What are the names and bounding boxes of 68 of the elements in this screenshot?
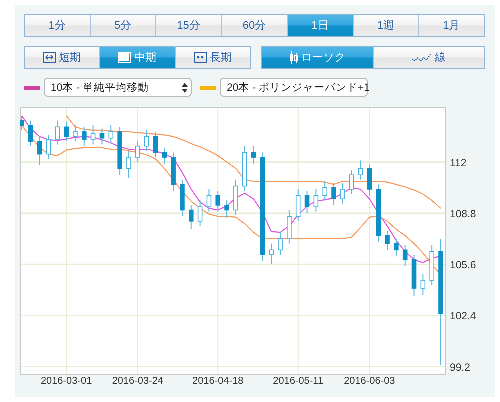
candlestick [394,238,399,258]
candlestick [198,200,203,227]
candlestick [162,147,168,164]
candlestick [234,179,238,216]
candlestick [55,120,60,146]
x-axis-label: 2016-03-24 [112,376,164,387]
candlestick [100,128,105,146]
candlestick [216,190,221,212]
candlestick [135,141,140,163]
candlestick [224,200,230,219]
candlestick [188,204,194,230]
range-tab[interactable]: 中期 [100,47,176,68]
indicator-dropdown[interactable]: 20本 - ボリンジャーバンド+1 [220,78,368,97]
candlestick [349,170,354,195]
x-axis-label: 2016-06-03 [344,376,396,387]
candlestick [420,274,426,296]
x-axis-label: 2016-03-01 [41,376,92,387]
filled-box-icon [118,52,132,63]
y-axis-label: 112 [450,157,467,170]
timeframe-tab[interactable]: 1日 [288,15,354,36]
candlestick [64,122,69,142]
y-axis-label: 102.4 [450,310,476,323]
timeframe-tab[interactable]: 5分 [90,15,156,36]
candlestick [402,244,408,267]
x-axis-label: 2016-04-18 [192,376,244,387]
arrows-box-icon [43,52,56,63]
timeframe-tab[interactable]: 1月 [419,15,484,36]
candlestick [206,188,212,212]
x-axis-label: 2016-05-11 [273,376,324,387]
y-axis-label: 105.6 [450,260,476,272]
timeframe-tab[interactable]: 15分 [156,15,222,36]
candlestick [340,182,346,204]
updown-caret-icon [182,82,188,92]
candlestick [37,136,42,166]
range-tab[interactable]: 短期 [25,47,100,68]
candlestick [269,243,274,266]
candlestick [82,126,87,147]
candlestick [304,190,310,214]
candlestick [314,188,319,212]
candlestick [385,230,390,251]
candlestick [322,180,328,202]
timeframe-tab[interactable]: 1分 [25,15,91,36]
candlestick [332,182,336,206]
candlestick [278,232,283,256]
candlestick [367,163,372,196]
chart-type-tab[interactable]: 線 [374,47,484,68]
candlestick [126,150,132,179]
y-axis-label: 108.8 [450,208,476,220]
candlestick [108,125,114,144]
candlestick [251,146,256,164]
candlestick [358,160,364,180]
candlestick [73,125,78,142]
line-chart-icon [412,53,432,62]
candlestick [144,130,150,152]
candlestick [287,210,292,244]
candlestick [28,120,34,147]
candlestick [20,115,24,131]
timeframe-tab[interactable]: 1週 [354,15,420,36]
y-axis-label: 99.2 [450,362,470,374]
dots-box-icon [194,52,207,63]
indicator-dropdown[interactable]: 10本 - 単純平均移動 [44,78,192,97]
candlestick [296,188,301,222]
timeframe-tab[interactable]: 60分 [222,15,288,36]
range-tab[interactable]: 長期 [176,47,250,68]
candlestick [90,125,96,146]
candlestick-icon [288,51,299,64]
candlestick [46,134,52,160]
candlestick [153,131,158,158]
